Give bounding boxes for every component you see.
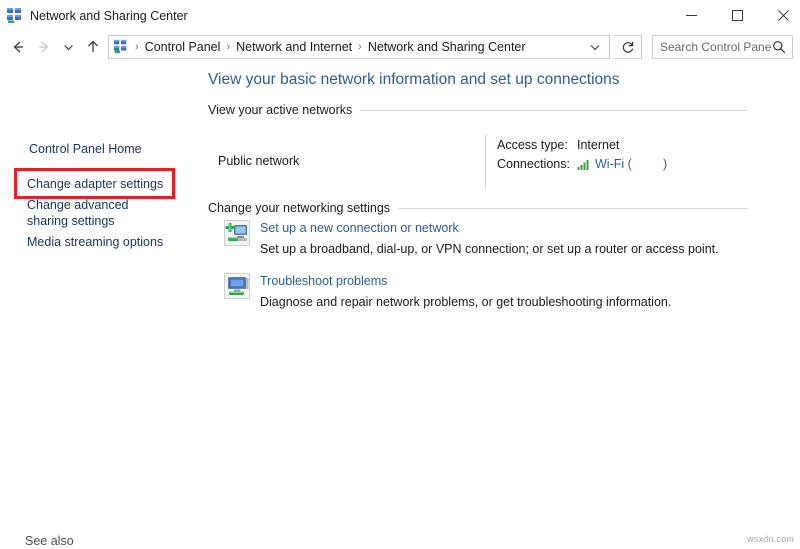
sidebar-item-control-panel-home[interactable]: Control Panel Home bbox=[29, 141, 142, 157]
search-input[interactable] bbox=[660, 36, 772, 58]
recent-locations-chevron-down-icon[interactable] bbox=[57, 32, 79, 62]
sidebar: Control Panel Home Change adapter settin… bbox=[0, 62, 200, 549]
refresh-icon[interactable] bbox=[614, 35, 642, 59]
window-title: Network and Sharing Center bbox=[30, 7, 188, 25]
page-title: View your basic network information and … bbox=[208, 71, 620, 89]
navigation-bar: › Control Panel › Network and Internet ›… bbox=[0, 32, 800, 62]
section-divider bbox=[360, 110, 748, 111]
search-icon[interactable] bbox=[772, 40, 786, 54]
back-button[interactable] bbox=[6, 32, 30, 62]
address-bar[interactable]: › Control Panel › Network and Internet ›… bbox=[108, 35, 610, 59]
breadcrumb-network-icon bbox=[113, 39, 129, 55]
task-link-troubleshoot-problems[interactable]: Troubleshoot problems bbox=[260, 274, 387, 288]
access-type-value: Internet bbox=[577, 138, 619, 152]
task-description-set-up-new-connection: Set up a broadband, dial-up, or VPN conn… bbox=[260, 242, 719, 256]
section-header-label: View your active networks bbox=[208, 103, 360, 117]
breadcrumb-item-network-and-sharing-center[interactable]: Network and Sharing Center bbox=[366, 36, 528, 58]
wifi-signal-icon bbox=[577, 158, 591, 170]
connections-wifi-link[interactable]: Wi-Fi ( ) bbox=[595, 157, 667, 171]
search-box[interactable] bbox=[652, 35, 793, 59]
breadcrumb-separator: › bbox=[131, 36, 143, 58]
task-link-set-up-new-connection[interactable]: Set up a new connection or network bbox=[260, 221, 459, 235]
main-content: View your basic network information and … bbox=[200, 62, 800, 549]
see-also-label: See also bbox=[25, 534, 74, 548]
address-chevron-down-icon[interactable] bbox=[589, 41, 601, 53]
vertical-divider bbox=[485, 134, 486, 189]
breadcrumb-item-network-and-internet[interactable]: Network and Internet bbox=[234, 36, 354, 58]
maximize-button[interactable] bbox=[714, 0, 760, 31]
up-button[interactable] bbox=[81, 32, 105, 62]
connections-label: Connections: bbox=[497, 157, 577, 171]
forward-button[interactable] bbox=[32, 32, 56, 62]
minimize-button[interactable] bbox=[668, 0, 714, 31]
sidebar-item-media-streaming-options[interactable]: Media streaming options bbox=[27, 234, 163, 250]
new-connection-icon bbox=[224, 220, 250, 246]
watermark: wsxdn.com bbox=[747, 534, 794, 544]
active-network-details: Access type: Internet Connections: Wi-Fi… bbox=[497, 136, 667, 174]
active-network-name: Public network bbox=[218, 154, 299, 168]
sidebar-item-change-advanced-sharing-settings[interactable]: Change advanced sharing settings bbox=[27, 197, 172, 229]
title-bar: Network and Sharing Center bbox=[0, 0, 800, 32]
section-header-label: Change your networking settings bbox=[208, 201, 398, 215]
section-divider bbox=[398, 208, 748, 209]
section-header-active-networks: View your active networks bbox=[208, 103, 748, 117]
breadcrumb-item-control-panel[interactable]: Control Panel bbox=[143, 36, 223, 58]
network-sharing-center-window: Network and Sharing Center bbox=[0, 0, 800, 549]
detail-row-connections: Connections: Wi-Fi ( ) bbox=[497, 155, 667, 173]
breadcrumb-separator: › bbox=[354, 36, 366, 58]
task-description-troubleshoot-problems: Diagnose and repair network problems, or… bbox=[260, 295, 671, 309]
section-header-networking-settings: Change your networking settings bbox=[208, 201, 748, 215]
sidebar-item-change-adapter-settings[interactable]: Change adapter settings bbox=[27, 176, 163, 192]
access-type-label: Access type: bbox=[497, 138, 577, 152]
close-button[interactable] bbox=[760, 0, 800, 31]
breadcrumb-separator: › bbox=[222, 36, 234, 58]
network-computers-icon bbox=[6, 7, 24, 25]
detail-row-access-type: Access type: Internet bbox=[497, 136, 667, 154]
troubleshoot-icon bbox=[224, 273, 250, 299]
